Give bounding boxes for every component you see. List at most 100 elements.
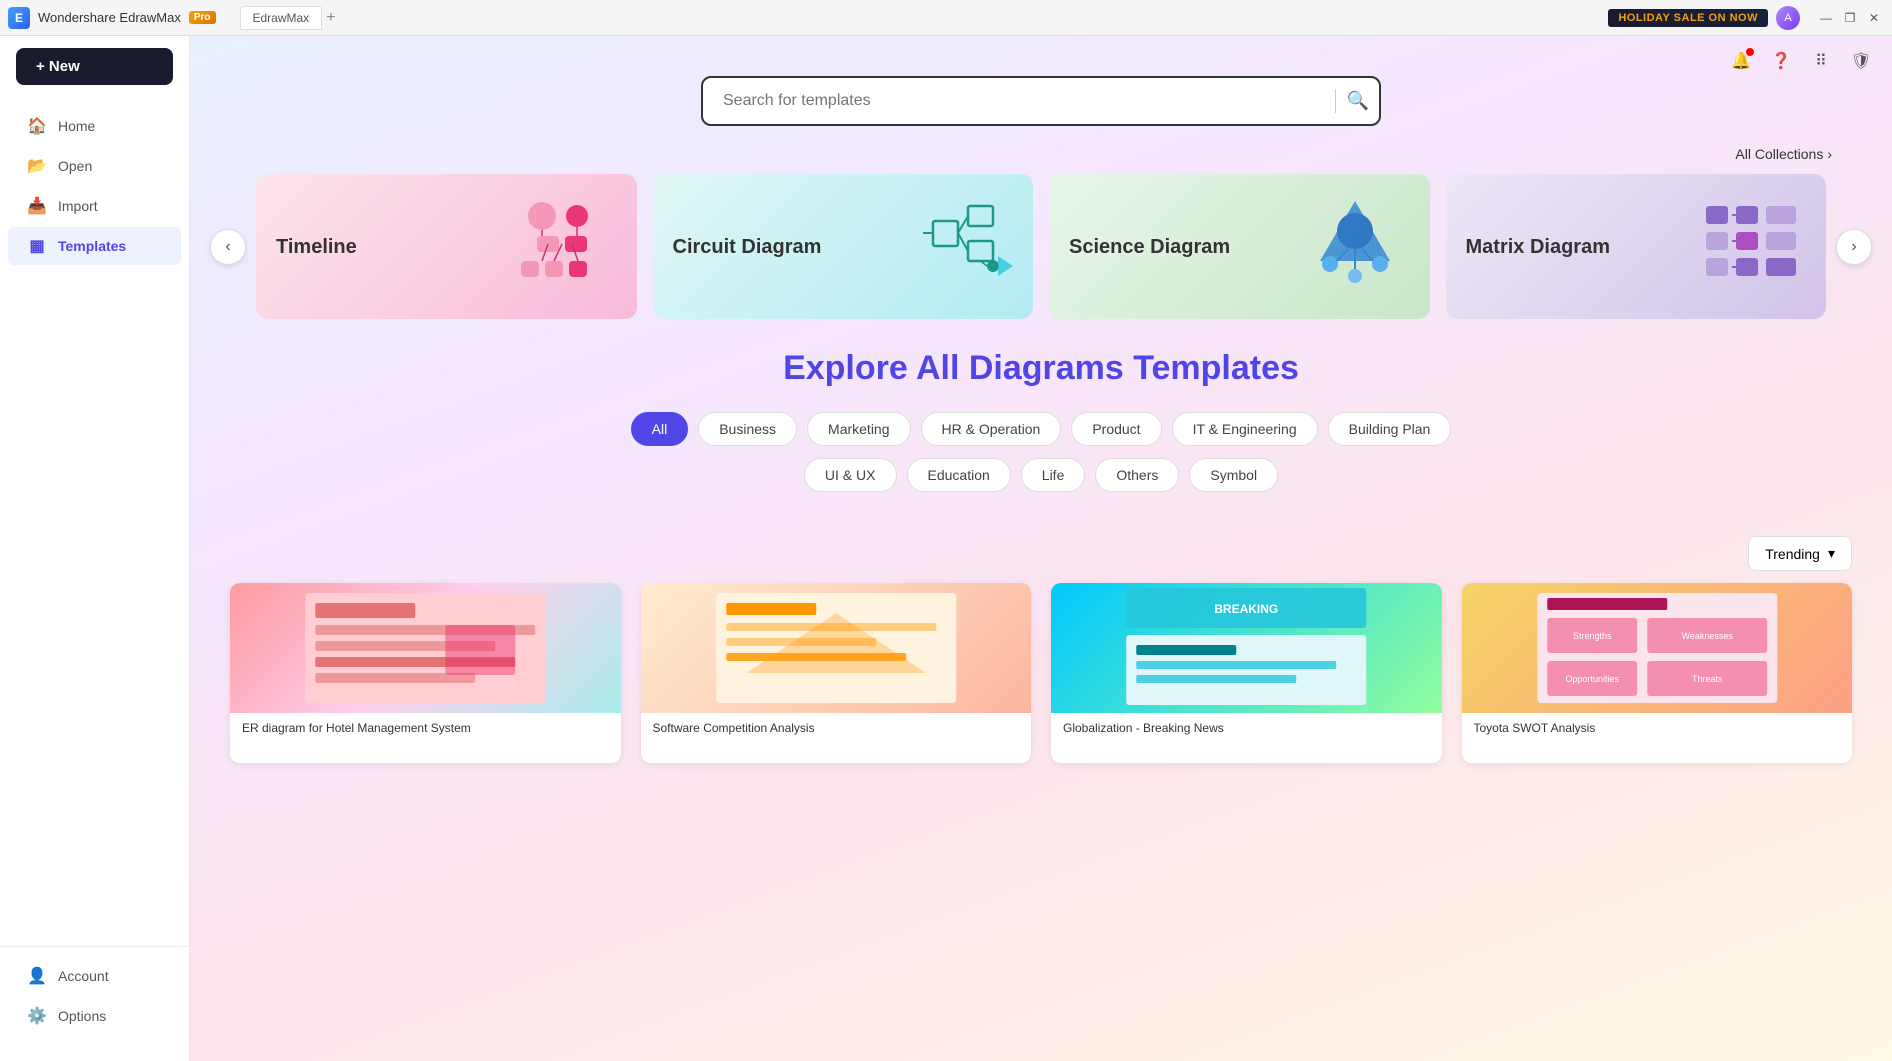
- app-logo: E: [8, 7, 30, 29]
- carousel-card-matrix[interactable]: Matrix Diagram: [1446, 174, 1827, 319]
- filter-marketing[interactable]: Marketing: [807, 412, 910, 446]
- carousel-card-timeline-label: Timeline: [276, 235, 357, 259]
- title-bar-right: HOLIDAY SALE ON NOW A — ❐ ✕: [1608, 6, 1884, 30]
- avatar[interactable]: A: [1776, 6, 1800, 30]
- all-collections-link: All Collections ›: [210, 146, 1872, 162]
- carousel-items: Timeline: [256, 174, 1826, 319]
- filter-symbol[interactable]: Symbol: [1189, 458, 1278, 492]
- svg-text:Threats: Threats: [1691, 674, 1722, 684]
- window-controls: — ❐ ✕: [1816, 8, 1884, 28]
- minimize-button[interactable]: —: [1816, 8, 1836, 28]
- notification-badge: [1746, 48, 1754, 56]
- sidebar-item-templates-label: Templates: [58, 238, 126, 254]
- filter-hr-operation[interactable]: HR & Operation: [921, 412, 1062, 446]
- carousel-card-matrix-label: Matrix Diagram: [1466, 235, 1611, 259]
- sidebar: + New 🏠 Home 📂 Open 📥 Import ▦ Templates: [0, 36, 190, 1061]
- template-thumb-2: [641, 583, 1032, 713]
- filter-education[interactable]: Education: [907, 458, 1011, 492]
- sidebar-item-open[interactable]: 📂 Open: [8, 147, 181, 185]
- notification-icon[interactable]: 🔔: [1726, 46, 1756, 76]
- carousel-card-science[interactable]: Science Diagram: [1049, 174, 1430, 319]
- trending-label: Trending: [1765, 546, 1820, 562]
- options-icon: ⚙️: [28, 1007, 46, 1025]
- explore-title-part2: All Diagrams Templates: [916, 349, 1299, 387]
- title-bar-left: E Wondershare EdrawMax Pro EdrawMax +: [8, 6, 336, 30]
- template-thumb-3: BREAKING: [1051, 583, 1442, 713]
- all-collections-button[interactable]: All Collections ›: [210, 146, 1832, 162]
- filter-building-plan[interactable]: Building Plan: [1328, 412, 1452, 446]
- app-title-text: Wondershare EdrawMax: [38, 10, 181, 25]
- carousel-prev-button[interactable]: ‹: [210, 229, 246, 265]
- svg-text:Opportunities: Opportunities: [1565, 674, 1619, 684]
- template-card[interactable]: BREAKING Globalization - Breaking News: [1051, 583, 1442, 763]
- template-card[interactable]: ER diagram for Hotel Management System: [230, 583, 621, 763]
- template-card[interactable]: Software Competition Analysis: [641, 583, 1032, 763]
- sidebar-item-account[interactable]: 👤 Account: [8, 957, 181, 995]
- templates-grid: ER diagram for Hotel Management System S…: [190, 583, 1892, 803]
- trending-arrow-icon: ▾: [1828, 545, 1835, 562]
- holiday-banner[interactable]: HOLIDAY SALE ON NOW: [1608, 9, 1768, 27]
- filter-all[interactable]: All: [631, 412, 689, 446]
- template-name-4: Toyota SWOT Analysis: [1462, 713, 1853, 743]
- top-icons: 🔔 ❓ ⠿ 🛡: [1726, 46, 1876, 76]
- sidebar-item-open-label: Open: [58, 158, 92, 174]
- sidebar-bottom: 👤 Account ⚙️ Options: [0, 946, 189, 1045]
- trending-select[interactable]: Trending ▾: [1748, 536, 1852, 571]
- matrix-icon: [1696, 196, 1806, 298]
- help-icon[interactable]: ❓: [1766, 46, 1796, 76]
- filter-product[interactable]: Product: [1071, 412, 1161, 446]
- nav-items: 🏠 Home 📂 Open 📥 Import ▦ Templates: [0, 97, 189, 946]
- filter-others[interactable]: Others: [1095, 458, 1179, 492]
- new-button-label: + New: [36, 58, 80, 75]
- search-bar: 🔍: [701, 76, 1381, 126]
- sidebar-item-home-label: Home: [58, 118, 95, 134]
- app-body: + New 🏠 Home 📂 Open 📥 Import ▦ Templates: [0, 36, 1892, 1061]
- open-icon: 📂: [28, 157, 46, 175]
- filter-it-engineering[interactable]: IT & Engineering: [1172, 412, 1318, 446]
- all-collections-arrow: ›: [1827, 146, 1832, 162]
- filter-ui-ux[interactable]: UI & UX: [804, 458, 897, 492]
- carousel-next-button[interactable]: ›: [1836, 229, 1872, 265]
- sidebar-item-home[interactable]: 🏠 Home: [8, 107, 181, 145]
- carousel-section: All Collections › ‹ Timeline: [190, 146, 1892, 319]
- import-icon: 📥: [28, 197, 46, 215]
- template-thumb-4: Strengths Weaknesses Opportunities Threa…: [1462, 583, 1853, 713]
- maximize-button[interactable]: ❐: [1840, 8, 1860, 28]
- new-button[interactable]: + New: [16, 48, 173, 85]
- search-input[interactable]: [701, 76, 1381, 126]
- tab-bar: EdrawMax +: [240, 6, 336, 30]
- sidebar-item-import-label: Import: [58, 198, 98, 214]
- templates-icon: ▦: [28, 237, 46, 255]
- science-icon: [1300, 196, 1410, 298]
- explore-title-part1: Explore: [783, 349, 916, 387]
- search-divider: [1335, 89, 1336, 113]
- title-bar: E Wondershare EdrawMax Pro EdrawMax + HO…: [0, 0, 1892, 36]
- svg-text:Strengths: Strengths: [1572, 631, 1611, 641]
- sidebar-item-import[interactable]: 📥 Import: [8, 187, 181, 225]
- svg-text:Weaknesses: Weaknesses: [1681, 631, 1733, 641]
- shield-icon[interactable]: 🛡: [1846, 46, 1876, 76]
- filter-row-1: All Business Marketing HR & Operation Pr…: [230, 412, 1852, 446]
- carousel-card-circuit[interactable]: Circuit Diagram: [653, 174, 1034, 319]
- template-name-1: ER diagram for Hotel Management System: [230, 713, 621, 743]
- template-name-3: Globalization - Breaking News: [1051, 713, 1442, 743]
- header-area: 🔍: [190, 36, 1892, 146]
- grid-icon[interactable]: ⠿: [1806, 46, 1836, 76]
- search-button[interactable]: 🔍: [1347, 91, 1369, 112]
- close-button[interactable]: ✕: [1864, 8, 1884, 28]
- template-name-2: Software Competition Analysis: [641, 713, 1032, 743]
- explore-section: Explore All Diagrams Templates All Busin…: [190, 319, 1892, 524]
- sidebar-item-templates[interactable]: ▦ Templates: [8, 227, 181, 265]
- timeline-icon: [507, 196, 617, 298]
- sidebar-item-options[interactable]: ⚙️ Options: [8, 997, 181, 1035]
- carousel-wrapper: ‹ Timeline: [210, 174, 1872, 319]
- carousel-card-timeline[interactable]: Timeline: [256, 174, 637, 319]
- tab-item[interactable]: EdrawMax: [240, 6, 323, 30]
- filter-life[interactable]: Life: [1021, 458, 1086, 492]
- template-card[interactable]: Strengths Weaknesses Opportunities Threa…: [1462, 583, 1853, 763]
- filter-business[interactable]: Business: [698, 412, 797, 446]
- sidebar-item-options-label: Options: [58, 1008, 106, 1024]
- tab-add-button[interactable]: +: [326, 9, 335, 27]
- filter-row-2: UI & UX Education Life Others Symbol: [230, 458, 1852, 492]
- all-collections-label: All Collections: [1735, 146, 1823, 162]
